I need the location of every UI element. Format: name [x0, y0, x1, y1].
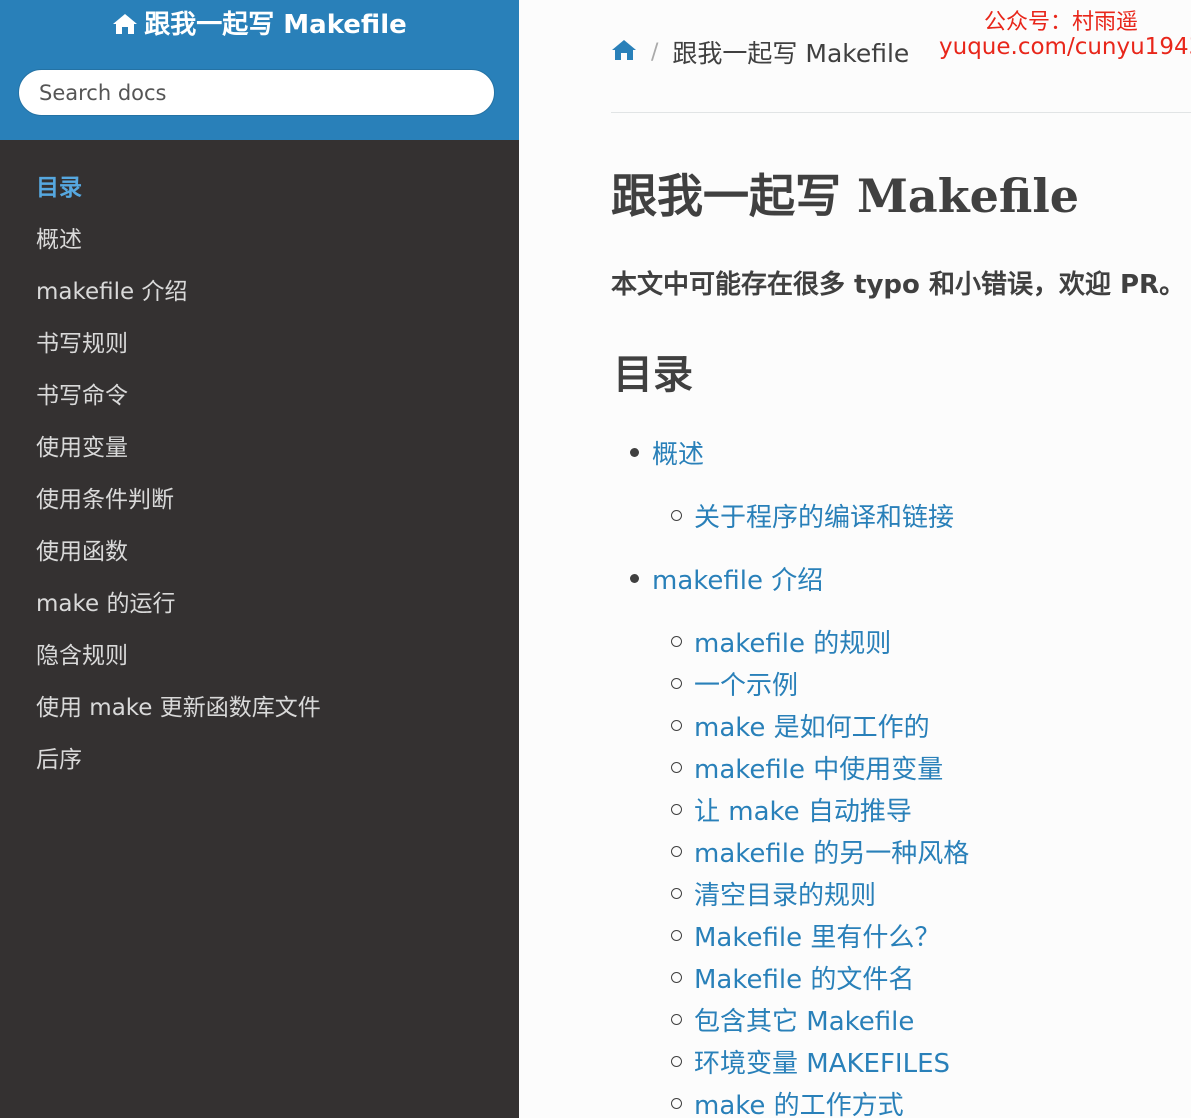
list-bullet: [630, 574, 639, 583]
breadcrumb-current: 跟我一起写 Makefile: [672, 39, 910, 68]
list-bullet: [671, 972, 682, 983]
toc-sublink[interactable]: 一个示例: [694, 665, 798, 702]
toc-sublink[interactable]: 关于程序的编译和链接: [694, 497, 954, 534]
list-bullet: [671, 636, 682, 647]
list-bullet: [671, 678, 682, 689]
toc-sublink[interactable]: 清空目录的规则: [694, 875, 876, 912]
sidebar: 跟我一起写 Makefile 目录 概述 makefile 介绍 书写规则 书写…: [0, 0, 519, 1118]
list-bullet: [671, 888, 682, 899]
header-divider: [611, 112, 1191, 113]
sidebar-nav: 目录 概述 makefile 介绍 书写规则 书写命令 使用变量 使用条件判断 …: [0, 162, 519, 786]
page-title: 跟我一起写 Makefile: [611, 169, 1080, 223]
sidebar-item-variables[interactable]: 使用变量: [0, 422, 519, 474]
brand-title: 跟我一起写 Makefile: [144, 10, 407, 40]
sidebar-item-implicit-rules[interactable]: 隐含规则: [0, 630, 519, 682]
sidebar-item-afterword[interactable]: 后序: [0, 734, 519, 786]
sidebar-item-functions[interactable]: 使用函数: [0, 526, 519, 578]
list-bullet: [671, 846, 682, 857]
toc-sublink[interactable]: makefile 的另一种风格: [694, 833, 969, 870]
toc-sublink[interactable]: Makefile 的文件名: [694, 959, 914, 996]
list-bullet: [630, 448, 639, 457]
list-bullet: [671, 1098, 682, 1109]
main-content: / 跟我一起写 Makefile 公众号：村雨遥 yuque.com/cunyu…: [519, 0, 1191, 1118]
list-bullet: [671, 1056, 682, 1067]
search-input[interactable]: [18, 69, 495, 116]
sidebar-item-toc[interactable]: 目录: [0, 162, 519, 214]
toc-sublink[interactable]: makefile 中使用变量: [694, 749, 943, 786]
sidebar-item-writing-rules[interactable]: 书写规则: [0, 318, 519, 370]
toc-sublink[interactable]: 环境变量 MAKEFILES: [694, 1043, 950, 1080]
list-bullet: [671, 804, 682, 815]
sidebar-item-makefile-intro[interactable]: makefile 介绍: [0, 266, 519, 318]
toc-sublink[interactable]: make 的工作方式: [694, 1085, 904, 1118]
brand-link[interactable]: 跟我一起写 Makefile: [0, 8, 519, 44]
sidebar-item-overview[interactable]: 概述: [0, 214, 519, 266]
sidebar-header: 跟我一起写 Makefile: [0, 0, 519, 140]
watermark-url: yuque.com/cunyu1943: [939, 34, 1191, 60]
toc-sublink[interactable]: Makefile 里有什么？: [694, 917, 940, 954]
breadcrumb: / 跟我一起写 Makefile: [611, 32, 909, 72]
sidebar-item-writing-commands[interactable]: 书写命令: [0, 370, 519, 422]
breadcrumb-separator: /: [651, 39, 659, 65]
sidebar-item-conditionals[interactable]: 使用条件判断: [0, 474, 519, 526]
list-bullet: [671, 762, 682, 773]
home-icon: [112, 10, 138, 44]
toc-link[interactable]: 概述: [652, 434, 704, 471]
toc-sublink[interactable]: 包含其它 Makefile: [694, 1001, 914, 1038]
toc-heading: 目录: [613, 351, 693, 398]
sidebar-item-library-update[interactable]: 使用 make 更新函数库文件: [0, 682, 519, 734]
toc-link[interactable]: makefile 介绍: [652, 560, 823, 597]
home-icon[interactable]: [611, 38, 637, 67]
sidebar-item-running-make[interactable]: make 的运行: [0, 578, 519, 630]
lead-paragraph: 本文中可能存在很多 typo 和小错误，欢迎 PR。: [611, 270, 1186, 300]
list-bullet: [671, 930, 682, 941]
list-bullet: [671, 1014, 682, 1025]
toc-sublink[interactable]: makefile 的规则: [694, 623, 891, 660]
toc-sublink[interactable]: make 是如何工作的: [694, 707, 930, 744]
toc-sublink[interactable]: 让 make 自动推导: [694, 791, 912, 828]
list-bullet: [671, 720, 682, 731]
watermark-account: 公众号：村雨遥: [984, 10, 1139, 35]
list-bullet: [671, 510, 682, 521]
